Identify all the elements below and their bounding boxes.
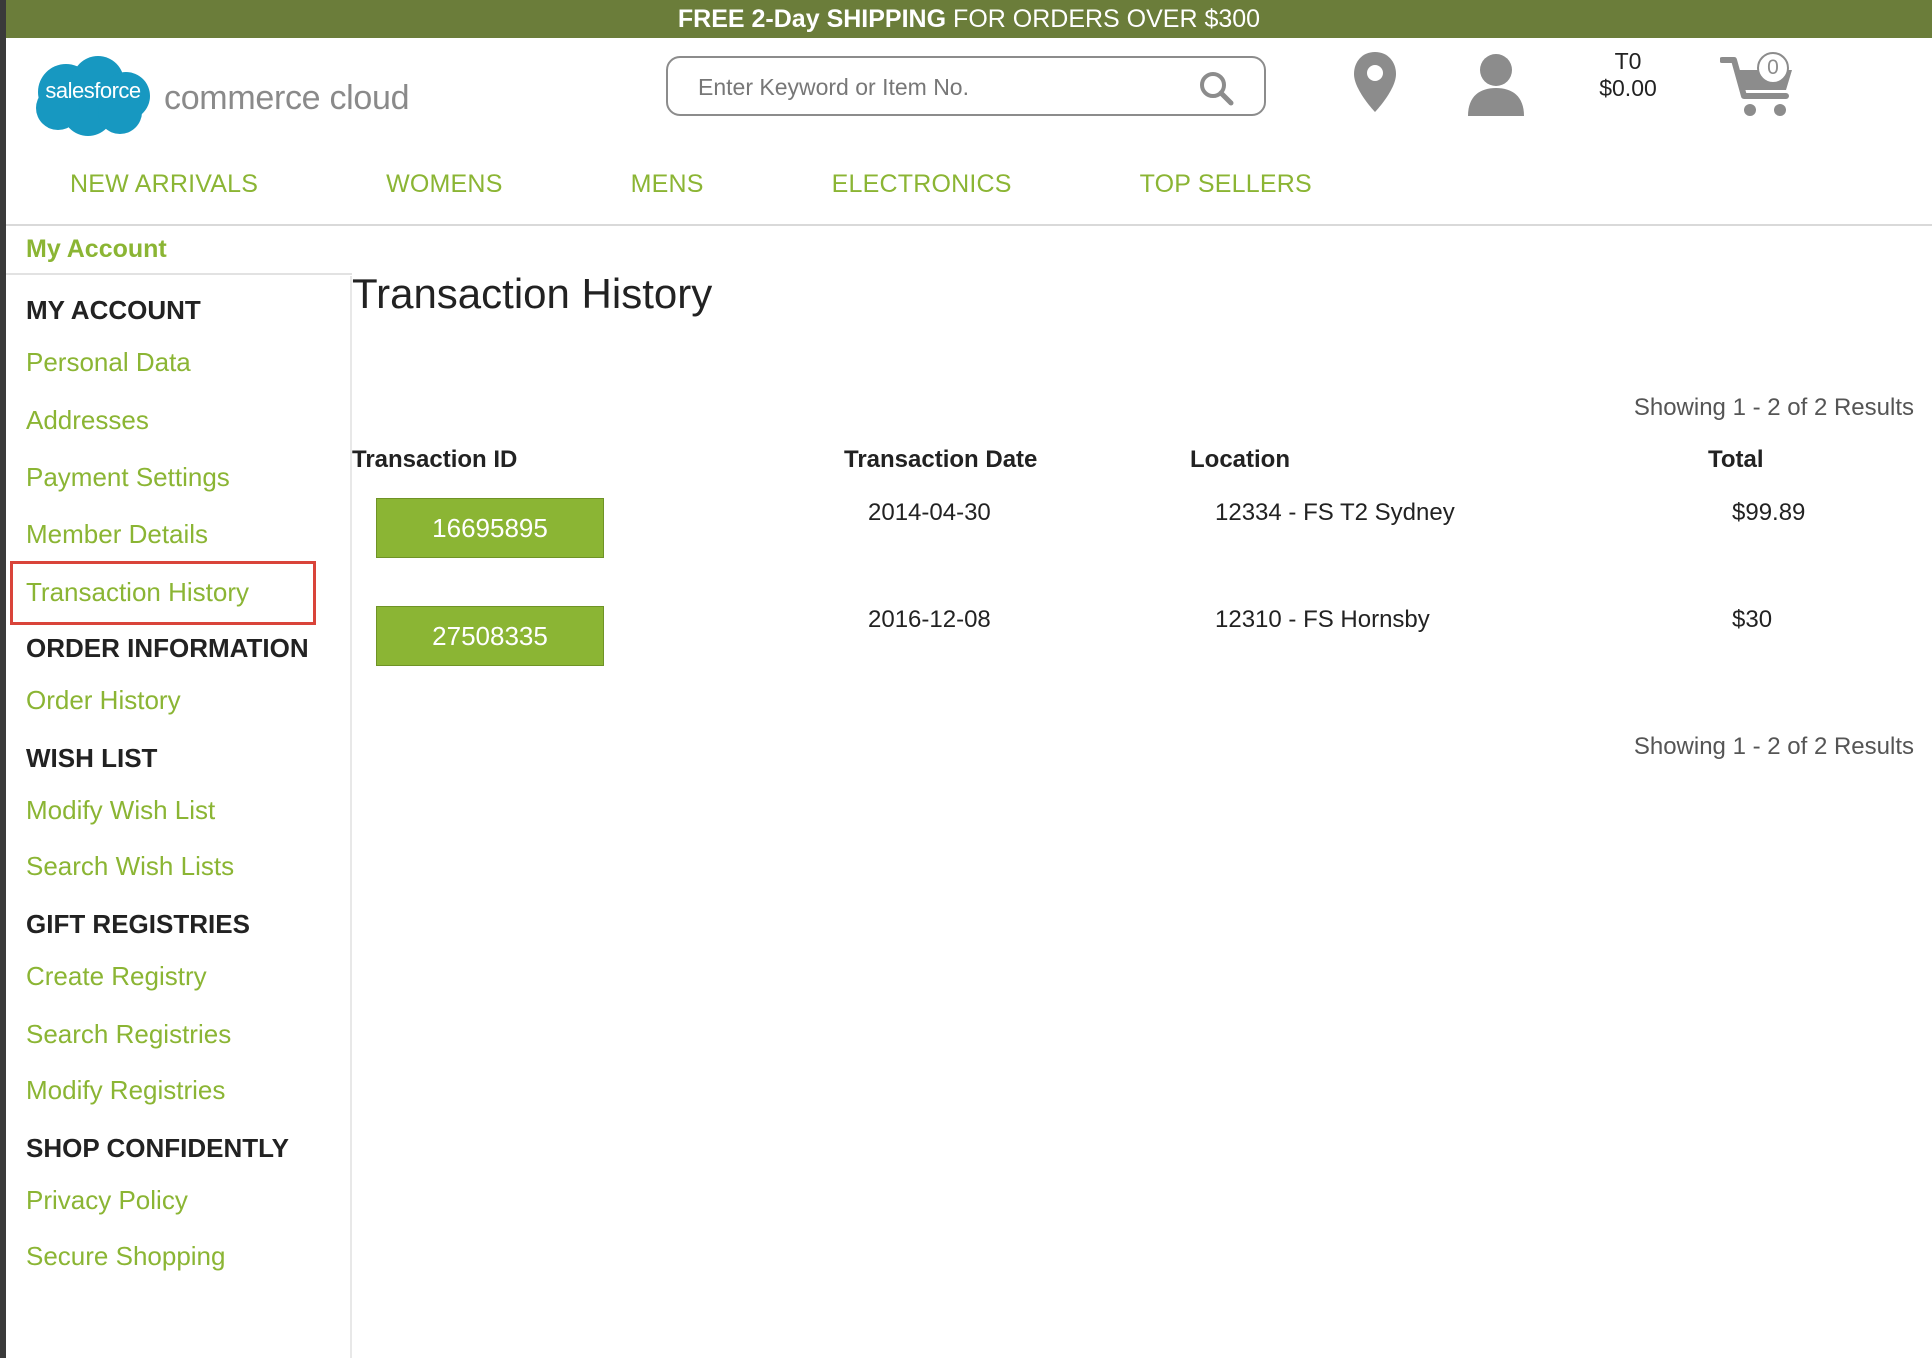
search-box[interactable] [666, 56, 1266, 116]
search-input[interactable] [698, 68, 1178, 106]
transaction-total: $99.89 [1732, 499, 1806, 526]
results-count-bottom: Showing 1 - 2 of 2 Results [1633, 733, 1914, 760]
sidebar-item-create-registry[interactable]: Create Registry [26, 961, 207, 992]
page-title: Transaction History [352, 270, 713, 317]
sidebar-item-privacy-policy[interactable]: Privacy Policy [26, 1185, 188, 1216]
sidebar-heading-wish-list: WISH LIST [26, 743, 158, 773]
sidebar-item-personal-data[interactable]: Personal Data [26, 347, 191, 378]
nav-item-womens[interactable]: WOMENS [386, 170, 502, 199]
user-icon[interactable] [1466, 52, 1526, 121]
nav-item-top-sellers[interactable]: TOP SELLERS [1140, 170, 1312, 199]
transaction-id-button[interactable]: 27508335 [376, 606, 604, 666]
cart-total: $0.00 [1599, 75, 1657, 101]
nav-item-mens[interactable]: MENS [631, 170, 704, 199]
sidebar-heading-shop-confidently: SHOP CONFIDENTLY [26, 1133, 289, 1163]
transaction-id-button[interactable]: 16695895 [376, 498, 604, 558]
map-pin-icon[interactable] [1352, 50, 1398, 119]
transaction-date: 2014-04-30 [868, 499, 991, 526]
transaction-location: 12334 - FS T2 Sydney [1215, 499, 1455, 526]
sidebar-item-search-registries[interactable]: Search Registries [26, 1019, 231, 1050]
sidebar-heading-gift-registries: GIFT REGISTRIES [26, 909, 250, 939]
logo-cloud-text: salesforce [45, 78, 141, 103]
active-item-highlight [10, 561, 316, 625]
sidebar-item-order-history[interactable]: Order History [26, 685, 181, 716]
logo-text: commerce cloud [164, 78, 410, 117]
transaction-total: $30 [1732, 606, 1773, 633]
sidebar-item-search-wish-lists[interactable]: Search Wish Lists [26, 851, 234, 882]
search-icon[interactable] [1198, 70, 1234, 111]
column-header-total: Total [1708, 446, 1764, 473]
promo-banner: FREE 2-Day SHIPPING FOR ORDERS OVER $300 [6, 0, 1932, 38]
promo-text: FOR ORDERS OVER $300 [953, 4, 1261, 33]
sidebar-item-secure-shopping[interactable]: Secure Shopping [26, 1241, 225, 1272]
transaction-date: 2016-12-08 [868, 606, 991, 633]
window-edge [0, 0, 6, 1358]
sidebar-divider [350, 276, 352, 1358]
transaction-location: 12310 - FS Hornsby [1215, 606, 1430, 633]
breadcrumb[interactable]: My Account [26, 235, 167, 264]
column-header-transaction-date: Transaction Date [844, 446, 1038, 473]
sidebar-item-member-details[interactable]: Member Details [26, 519, 208, 550]
sidebar-top-divider [6, 273, 352, 275]
column-header-location: Location [1190, 446, 1290, 473]
nav-item-new-arrivals[interactable]: NEW ARRIVALS [70, 170, 258, 199]
sidebar-heading-my-account: MY ACCOUNT [26, 295, 201, 325]
cart-count-badge: 0 [1757, 52, 1789, 84]
column-header-transaction-id: Transaction ID [352, 446, 518, 473]
results-count-top: Showing 1 - 2 of 2 Results [1633, 394, 1914, 421]
sidebar-heading-order-information: ORDER INFORMATION [26, 633, 309, 663]
promo-bold-text: FREE 2-Day SHIPPING [677, 4, 947, 33]
cart-label: T0 [1614, 48, 1642, 74]
main-nav: NEW ARRIVALS WOMENS MENS ELECTRONICS TOP… [70, 170, 1440, 199]
cart-summary[interactable]: T0 $0.00 [1578, 48, 1678, 102]
salesforce-cloud-icon: salesforce [28, 50, 158, 140]
nav-divider [6, 224, 1932, 226]
sidebar-item-payment-settings[interactable]: Payment Settings [26, 462, 230, 493]
site-logo[interactable]: salesforce commerce cloud [28, 50, 410, 140]
sidebar-item-modify-registries[interactable]: Modify Registries [26, 1075, 225, 1106]
nav-item-electronics[interactable]: ELECTRONICS [832, 170, 1012, 199]
sidebar-item-addresses[interactable]: Addresses [26, 405, 149, 436]
sidebar-item-modify-wish-list[interactable]: Modify Wish List [26, 795, 215, 826]
